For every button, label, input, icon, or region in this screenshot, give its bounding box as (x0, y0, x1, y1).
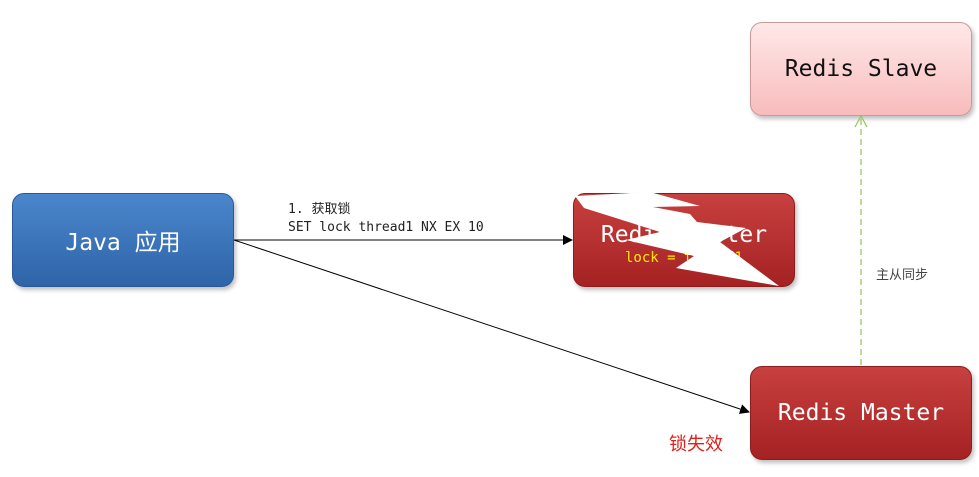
acquire-lock-step: 1. 获取锁 (288, 202, 351, 217)
reconnect-arrow (233, 239, 750, 414)
lock-lost-label: 锁失效 (669, 434, 723, 455)
lightning-bolt-icon (575, 192, 779, 286)
acquire-lock-label: 1. 获取锁 SET lock thread1 NX EX 10 (288, 201, 484, 237)
sync-label: 主从同步 (876, 268, 929, 283)
acquire-lock-command: SET lock thread1 NX EX 10 (288, 220, 484, 235)
connector-layer (233, 114, 868, 414)
diagram-canvas: Redis Slave Java 应用 Redis Master lock = … (0, 0, 979, 477)
